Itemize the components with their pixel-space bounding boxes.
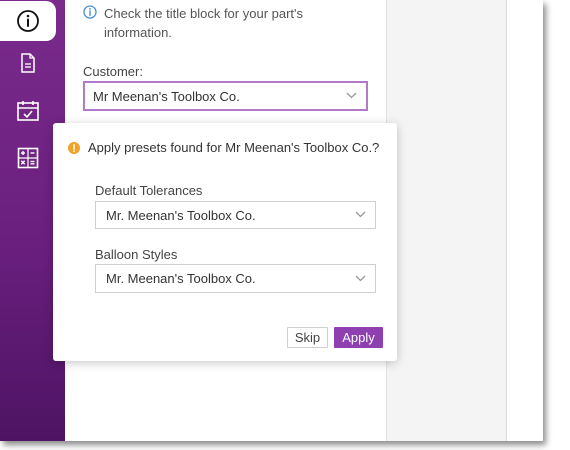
- customer-label: Customer:: [83, 64, 143, 79]
- canvas-area: [386, 0, 507, 441]
- apply-button[interactable]: Apply: [334, 327, 383, 348]
- skip-button[interactable]: Skip: [287, 327, 328, 348]
- sidebar-item-calculator[interactable]: [0, 138, 56, 178]
- balloon-select[interactable]: Mr. Meenan's Toolbox Co.: [95, 264, 376, 293]
- chevron-down-icon: [346, 92, 357, 99]
- popup-message: Apply presets found for Mr Meenan's Tool…: [88, 140, 380, 155]
- info-circle-icon: [17, 10, 39, 32]
- customer-select-value: Mr Meenan's Toolbox Co.: [93, 88, 240, 104]
- warning-icon: [68, 141, 80, 154]
- info-icon: [83, 5, 97, 19]
- document-icon: [21, 53, 35, 73]
- balloon-label: Balloon Styles: [95, 247, 178, 262]
- sidebar-item-document[interactable]: [0, 43, 56, 83]
- tolerances-select-value: Mr. Meenan's Toolbox Co.: [106, 207, 256, 223]
- info-hint: Check the title block for your part's in…: [83, 4, 363, 42]
- sidebar-item-info[interactable]: [0, 1, 56, 41]
- calculator-icon: [17, 147, 39, 169]
- tolerances-select[interactable]: Mr. Meenan's Toolbox Co.: [95, 201, 376, 229]
- right-panel-edge: [506, 0, 543, 441]
- customer-select[interactable]: Mr Meenan's Toolbox Co.: [83, 81, 368, 111]
- app-window: Check the title block for your part's in…: [0, 0, 543, 441]
- presets-popup: Apply presets found for Mr Meenan's Tool…: [53, 123, 397, 361]
- tolerances-label: Default Tolerances: [95, 183, 203, 198]
- popup-header: Apply presets found for Mr Meenan's Tool…: [68, 140, 379, 155]
- sidebar-item-calendar[interactable]: [0, 91, 56, 131]
- balloon-select-value: Mr. Meenan's Toolbox Co.: [106, 271, 256, 286]
- calendar-check-icon: [17, 101, 39, 121]
- chevron-down-icon: [355, 211, 366, 218]
- chevron-down-icon: [355, 275, 366, 281]
- info-text: Check the title block for your part's in…: [104, 6, 304, 40]
